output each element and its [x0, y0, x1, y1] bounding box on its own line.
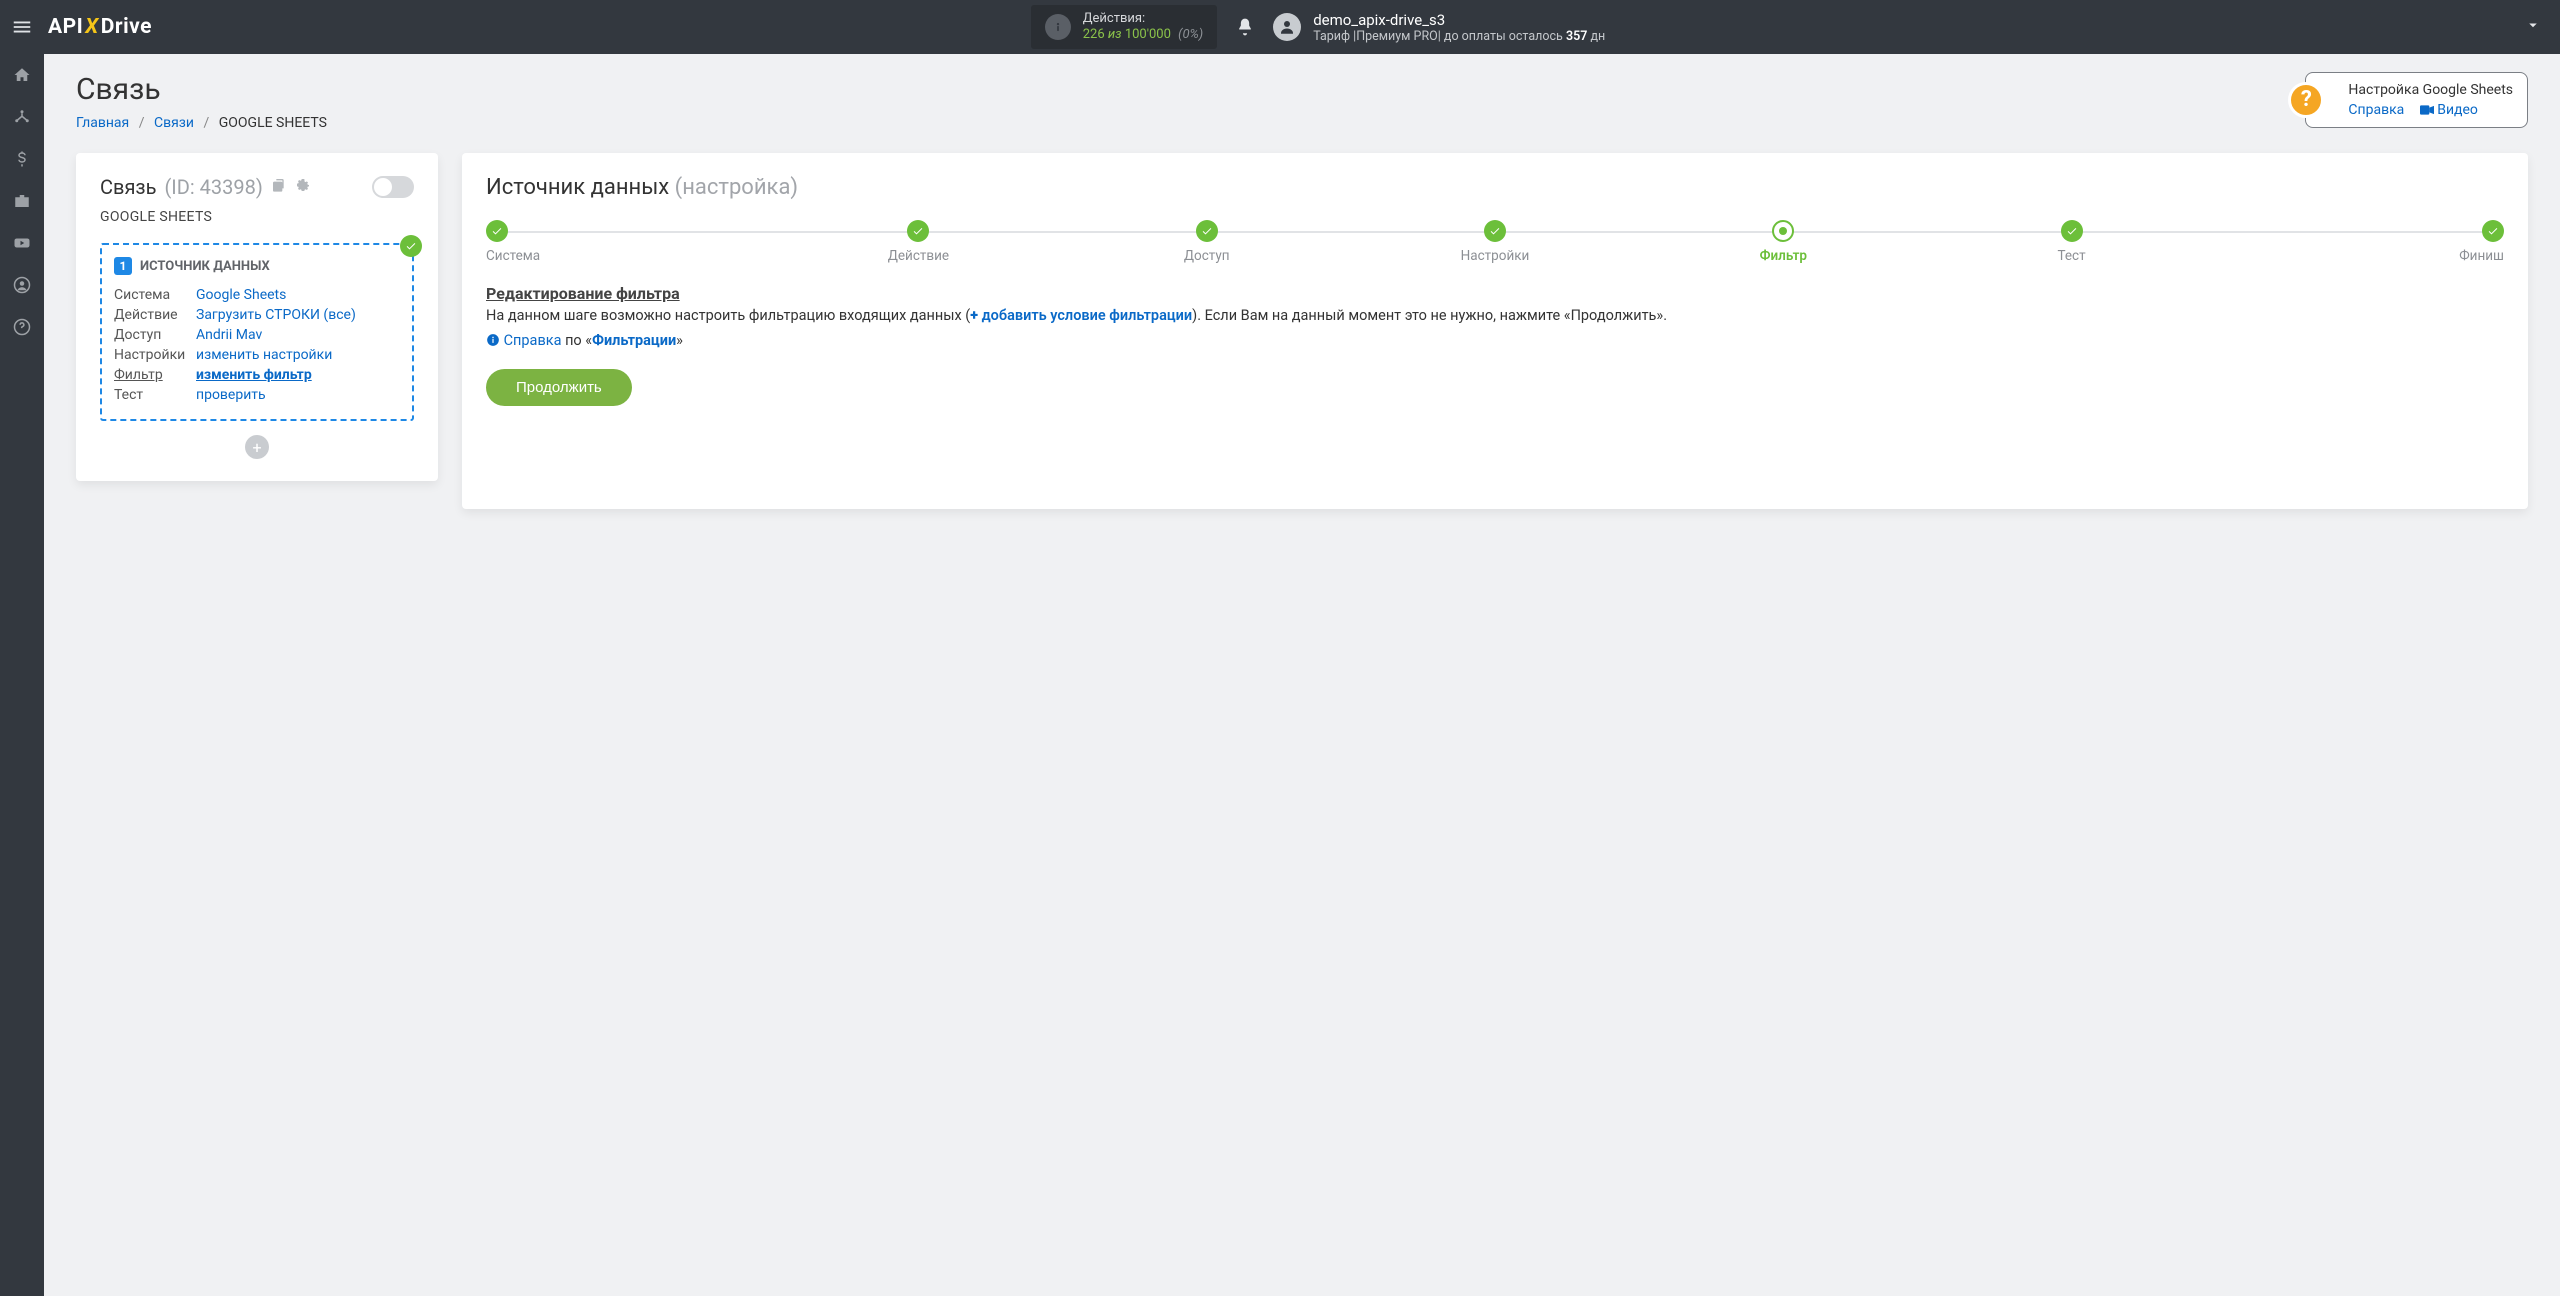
help-title: Настройка Google Sheets: [2348, 81, 2513, 99]
add-filter-link[interactable]: + добавить условие фильтрации: [970, 307, 1192, 324]
connection-heading: Связь: [100, 175, 156, 199]
sidebar-item-account[interactable]: [0, 264, 44, 306]
info-icon: [1045, 14, 1071, 40]
step-filter[interactable]: Фильтр: [1639, 220, 1927, 264]
step-system[interactable]: Система: [486, 220, 774, 264]
breadcrumb-home[interactable]: Главная: [76, 115, 129, 131]
step-settings[interactable]: Настройки: [1351, 220, 1639, 264]
breadcrumb: Главная / Связи / GOOGLE SHEETS: [76, 115, 327, 131]
sidebar: [0, 54, 44, 1296]
sidebar-item-connections[interactable]: [0, 96, 44, 138]
user-icon: [1278, 18, 1296, 36]
hamburger-icon: [11, 16, 33, 38]
row-system: СистемаGoogle Sheets: [114, 285, 400, 305]
dollar-icon: [13, 150, 31, 168]
actions-values: 226 из 100'000 (0%): [1083, 27, 1203, 43]
page-title: Связь: [76, 72, 327, 107]
header: APIXDrive Действия: 226 из 100'000 (0%) …: [0, 0, 2560, 54]
sidebar-item-video[interactable]: [0, 222, 44, 264]
breadcrumb-current: GOOGLE SHEETS: [219, 115, 327, 131]
nodes-icon: [13, 108, 31, 126]
youtube-icon: [13, 234, 31, 252]
sidebar-item-billing[interactable]: [0, 138, 44, 180]
section-title: Источник данных (настройка): [486, 175, 2504, 200]
user-name: demo_apix-drive_s3: [1313, 11, 1605, 29]
logo[interactable]: APIXDrive: [48, 15, 152, 39]
add-destination-button[interactable]: +: [245, 435, 269, 459]
info-circle-icon: [486, 333, 500, 347]
help-box: ? Настройка Google Sheets Справка Видео: [2305, 72, 2528, 128]
user-menu-toggle[interactable]: [2484, 16, 2542, 38]
connection-settings-button[interactable]: [295, 177, 311, 197]
hint-reference-link[interactable]: Справка: [504, 332, 562, 349]
bell-icon: [1235, 17, 1255, 37]
row-settings: Настройкиизменить настройки: [114, 345, 400, 365]
row-action: ДействиеЗагрузить СТРОКИ (все): [114, 305, 400, 325]
step-action[interactable]: Действие: [774, 220, 1062, 264]
filter-description: На данном шаге возможно настроить фильтр…: [486, 305, 2504, 326]
avatar: [1273, 13, 1301, 41]
menu-toggle[interactable]: [0, 0, 44, 54]
connection-summary-card: Связь (ID: 43398) GOOGLE SHEETS 1 ИСТОЧН…: [76, 153, 438, 481]
data-source-box: 1 ИСТОЧНИК ДАННЫХ СистемаGoogle Sheets Д…: [100, 243, 414, 421]
step-test[interactable]: Тест: [1927, 220, 2215, 264]
chevron-down-icon: [2524, 16, 2542, 34]
sidebar-item-briefcase[interactable]: [0, 180, 44, 222]
continue-button[interactable]: Продолжить: [486, 369, 632, 406]
sidebar-item-help[interactable]: [0, 306, 44, 348]
logo-x: X: [85, 15, 98, 39]
source-box-title: ИСТОЧНИК ДАННЫХ: [140, 259, 270, 274]
status-check-icon: [400, 235, 422, 257]
step-access[interactable]: Доступ: [1063, 220, 1351, 264]
home-icon: [13, 66, 31, 84]
breadcrumb-connections[interactable]: Связи: [154, 115, 194, 131]
step-finish[interactable]: Финиш: [2216, 220, 2504, 264]
help-reference-link[interactable]: Справка: [2348, 102, 2404, 118]
sidebar-item-home[interactable]: [0, 54, 44, 96]
row-filter: Фильтризменить фильтр: [114, 365, 400, 385]
source-badge: 1: [114, 257, 132, 275]
filter-hint: Справка по «Фильтрации»: [486, 330, 2504, 351]
tariff-line: Тариф |Премиум PRO| до оплаты осталось 3…: [1313, 29, 1605, 44]
connection-toggle[interactable]: [372, 176, 414, 198]
help-icon[interactable]: ?: [2288, 82, 2324, 118]
actions-panel[interactable]: Действия: 226 из 100'000 (0%): [1031, 5, 1217, 50]
connection-system: GOOGLE SHEETS: [100, 209, 414, 225]
user-menu[interactable]: demo_apix-drive_s3 Тариф |Премиум PRO| д…: [1273, 11, 1605, 44]
filter-heading: Редактирование фильтра: [486, 282, 2504, 305]
actions-label: Действия:: [1083, 11, 1203, 27]
connection-id: (ID: 43398): [164, 175, 262, 199]
video-link[interactable]: Видео: [2420, 102, 2478, 118]
copy-id-button[interactable]: [271, 177, 287, 197]
briefcase-icon: [13, 192, 31, 210]
row-access: ДоступAndrii Mav: [114, 325, 400, 345]
link-system[interactable]: Google Sheets: [196, 287, 286, 303]
link-test[interactable]: проверить: [196, 387, 266, 403]
link-settings[interactable]: изменить настройки: [196, 347, 332, 363]
setup-stepper: Система Действие Доступ Настройки Фильтр…: [486, 220, 2504, 264]
link-action[interactable]: Загрузить СТРОКИ (все): [196, 307, 356, 323]
link-access[interactable]: Andrii Mav: [196, 327, 262, 343]
user-circle-icon: [13, 276, 31, 294]
question-icon: [13, 318, 31, 336]
row-test: Тестпроверить: [114, 385, 400, 405]
data-source-config-card: Источник данных (настройка) Система Дейс…: [462, 153, 2528, 509]
logo-drive: Drive: [101, 15, 152, 39]
logo-api: API: [48, 15, 83, 39]
link-filter[interactable]: изменить фильтр: [196, 367, 312, 383]
notifications-button[interactable]: [1225, 7, 1265, 47]
